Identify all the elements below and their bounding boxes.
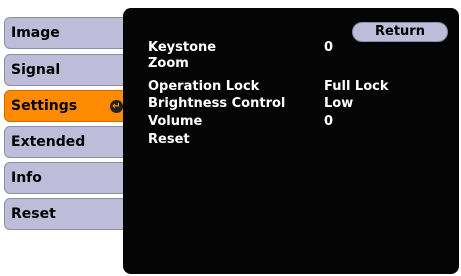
setting-value: 0 [324, 114, 334, 129]
setting-operation-lock[interactable]: Operation Lock Full Lock [148, 79, 448, 95]
tab-signal[interactable]: Signal [4, 54, 128, 86]
tab-label: Extended [11, 134, 86, 150]
setting-keystone[interactable]: Keystone 0 [148, 40, 448, 56]
settings-panel: Return Keystone 0 Zoom Operation Lock Fu… [123, 8, 459, 274]
setting-zoom[interactable]: Zoom [148, 56, 448, 72]
return-button[interactable]: Return [352, 22, 448, 42]
setting-label: Keystone [148, 40, 217, 55]
tab-label: Signal [11, 62, 61, 78]
setting-reset[interactable]: Reset [148, 132, 448, 148]
tab-info[interactable]: Info [4, 162, 128, 194]
menu-tabs: Image Signal Settings ↵ Extended Info Re… [0, 0, 132, 276]
tab-extended[interactable]: Extended [4, 126, 128, 158]
setting-label: Reset [148, 132, 190, 147]
setting-brightness-control[interactable]: Brightness Control Low [148, 96, 448, 112]
tab-label: Settings [11, 98, 78, 114]
tab-label: Reset [11, 206, 56, 222]
tab-label: Image [11, 25, 60, 41]
setting-label: Volume [148, 114, 203, 129]
setting-volume[interactable]: Volume 0 [148, 114, 448, 130]
tab-image[interactable]: Image [4, 17, 128, 49]
tab-reset[interactable]: Reset [4, 198, 128, 230]
setting-value: Full Lock [324, 79, 389, 94]
enter-icon: ↵ [110, 100, 123, 113]
setting-value: 0 [324, 40, 334, 55]
setting-label: Zoom [148, 56, 189, 71]
tab-settings[interactable]: Settings ↵ [4, 90, 128, 122]
setting-label: Brightness Control [148, 96, 286, 111]
setting-label: Operation Lock [148, 79, 260, 94]
setting-value: Low [324, 96, 354, 111]
tab-label: Info [11, 170, 42, 186]
